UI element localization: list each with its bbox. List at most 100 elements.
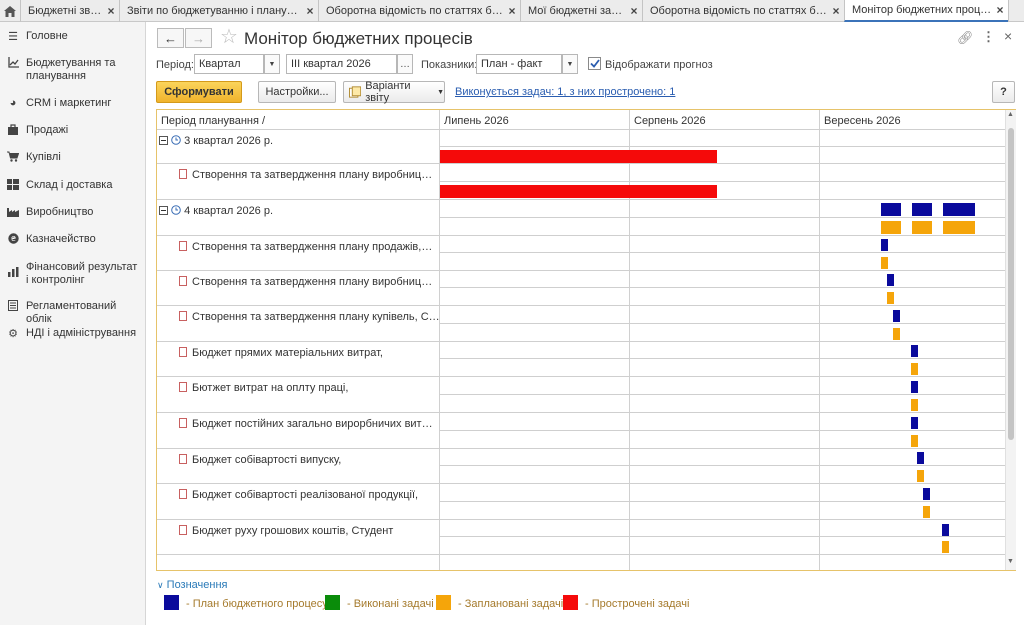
planned-task-bar[interactable]	[917, 470, 924, 482]
sidebar-item-main[interactable]: ☰ Головне	[0, 30, 146, 43]
overdue-task-bar[interactable]	[440, 185, 717, 198]
planned-task-bar[interactable]	[893, 328, 900, 340]
plan-bar[interactable]	[917, 452, 924, 464]
planned-task-bar[interactable]	[887, 292, 894, 304]
indicators-select[interactable]: План - факт	[476, 54, 562, 74]
plan-bar[interactable]	[881, 203, 901, 216]
tab-my-budget-tasks[interactable]: Мої бюджетні задачі ×	[520, 0, 642, 22]
planned-task-bar[interactable]	[912, 221, 932, 234]
tab-budget-reports[interactable]: Бюджетні звіти ×	[20, 0, 119, 22]
indicators-label: Показники:	[421, 59, 478, 71]
task-row[interactable]: Бюджет постійних загально вирорбничих ви…	[179, 418, 435, 430]
help-button[interactable]: ?	[992, 81, 1015, 103]
plan-bar[interactable]	[912, 203, 932, 216]
tab-bar: Бюджетні звіти × Звіти по бюджетуванню і …	[0, 0, 1024, 22]
group-row-q4[interactable]: 4 квартал 2026 р.	[159, 205, 435, 218]
planned-task-bar[interactable]	[881, 257, 888, 269]
plan-bar[interactable]	[923, 488, 930, 500]
settings-button[interactable]: Настройки...	[258, 81, 336, 103]
period-select[interactable]: Квартал	[194, 54, 264, 74]
collapse-icon[interactable]	[159, 206, 168, 218]
plan-bar[interactable]	[942, 524, 949, 536]
plan-bar[interactable]	[887, 274, 894, 286]
task-row[interactable]: Бюджет собівартості випуску,	[179, 454, 435, 466]
sidebar-item-production[interactable]: Виробництво	[0, 206, 146, 220]
indicators-dropdown-button[interactable]: ▼	[562, 54, 578, 74]
factory-icon	[0, 206, 26, 220]
close-icon[interactable]: ×	[302, 4, 318, 18]
task-row[interactable]: Бюджет собівартості реалізованої продукц…	[179, 489, 435, 501]
tab-budgeting-reports[interactable]: Звіти по бюджетуванню і плануван... ×	[119, 0, 318, 22]
plan-bar[interactable]	[943, 203, 975, 216]
show-forecast-checkbox[interactable]	[588, 57, 601, 70]
more-menu-icon[interactable]: ⋮	[982, 29, 995, 45]
sidebar-item-crm[interactable]: ◕ CRM і маркетинг	[0, 97, 146, 110]
generate-button[interactable]: Сформувати	[156, 81, 242, 103]
task-row[interactable]: Бютжет витрат на оплту праці,	[179, 382, 435, 394]
pie-chart-icon: ◕	[9, 97, 17, 109]
sidebar-item-warehouse[interactable]: Склад і доставка	[0, 179, 146, 193]
legend-toggle[interactable]: ∨ Позначення	[157, 579, 228, 591]
forward-button[interactable]: →	[185, 28, 212, 48]
task-row[interactable]: Створення та затвердження плану виробниц…	[179, 276, 435, 288]
scroll-up-icon[interactable]: ▲	[1007, 111, 1014, 118]
sidebar-item-sales[interactable]: Продажі	[0, 124, 146, 138]
plan-bar[interactable]	[881, 239, 888, 251]
period-dropdown-button[interactable]: ▼	[264, 54, 280, 74]
coin-icon: ₴	[0, 233, 26, 247]
home-icon[interactable]	[0, 0, 20, 22]
period-range-field[interactable]: III квартал 2026	[286, 54, 397, 74]
collapse-icon[interactable]	[159, 136, 168, 148]
sidebar-item-financial-result[interactable]: Фінансовий результат і контролінг	[0, 261, 146, 287]
tabs-overflow[interactable]	[1008, 0, 1024, 22]
planned-task-bar[interactable]	[943, 221, 975, 234]
group-row-q3[interactable]: 3 квартал 2026 р.	[159, 135, 435, 148]
plan-bar[interactable]	[911, 345, 918, 357]
plan-bar[interactable]	[911, 381, 918, 393]
close-form-icon[interactable]: ×	[1004, 28, 1012, 44]
planned-task-bar[interactable]	[911, 435, 918, 447]
scrollbar-thumb[interactable]	[1008, 128, 1014, 440]
planned-task-bar[interactable]	[923, 506, 930, 518]
running-tasks-link[interactable]: Виконується задач: 1, з них прострочено:…	[455, 86, 675, 98]
planned-task-bar[interactable]	[911, 399, 918, 411]
task-row[interactable]: Бюджет прямих матеріальних витрат,	[179, 347, 435, 359]
link-icon[interactable]: 🔗︎	[957, 30, 974, 46]
close-icon[interactable]: ×	[103, 4, 119, 18]
close-icon[interactable]: ×	[828, 4, 844, 18]
close-icon[interactable]: ×	[992, 3, 1008, 17]
legend-swatch-overdue	[563, 595, 578, 610]
overdue-task-bar[interactable]	[440, 150, 717, 163]
sidebar-item-admin[interactable]: ⚙ НДІ і адміністрування	[0, 327, 146, 340]
task-row[interactable]: Створення та затвердження плану виробниц…	[179, 169, 435, 181]
sidebar-item-budgeting[interactable]: Бюджетування та планування	[0, 57, 146, 83]
report-variants-button[interactable]: Варіанти звіту ▼	[343, 80, 445, 104]
close-icon[interactable]: ×	[626, 4, 642, 18]
document-icon	[179, 489, 187, 499]
favorite-star-icon[interactable]: ☆	[220, 26, 238, 48]
scroll-down-icon[interactable]: ▼	[1007, 558, 1014, 565]
sidebar-item-treasury[interactable]: ₴ Казначейство	[0, 233, 146, 247]
gantt-grid: Період планування / Липень 2026 Серпень …	[156, 109, 1016, 571]
close-icon[interactable]: ×	[504, 4, 520, 18]
vertical-scrollbar[interactable]: ▲ ▼	[1005, 110, 1016, 570]
task-row[interactable]: Створення та затвердження плану продажів…	[179, 241, 435, 253]
tab-budget-monitor[interactable]: Монітор бюджетних процесів ×	[844, 0, 1008, 22]
task-row[interactable]: Бюджет руху грошових коштів, Студент	[179, 525, 435, 537]
planned-task-bar[interactable]	[881, 221, 901, 234]
tab-turnover-statement-2[interactable]: Оборотна відомість по статтях бюд... ×	[642, 0, 844, 22]
document-icon	[179, 169, 187, 179]
plan-bar[interactable]	[893, 310, 900, 322]
sidebar-item-regulated-accounting[interactable]: Регламентований облік	[0, 300, 146, 326]
sidebar-item-purchases[interactable]: Купівлі	[0, 151, 146, 165]
task-row[interactable]: Створення та затвердження плану купівель…	[179, 311, 441, 323]
period-range-select-button[interactable]: …	[397, 54, 413, 74]
tab-turnover-statement-1[interactable]: Оборотна відомість по статтях бюд... ×	[318, 0, 520, 22]
checkmark-icon	[589, 59, 600, 68]
document-icon	[179, 454, 187, 464]
back-button[interactable]: ←	[157, 28, 184, 48]
planned-task-bar[interactable]	[911, 363, 918, 375]
chevron-down-icon: ▼	[566, 60, 574, 68]
planned-task-bar[interactable]	[942, 541, 949, 553]
plan-bar[interactable]	[911, 417, 918, 429]
